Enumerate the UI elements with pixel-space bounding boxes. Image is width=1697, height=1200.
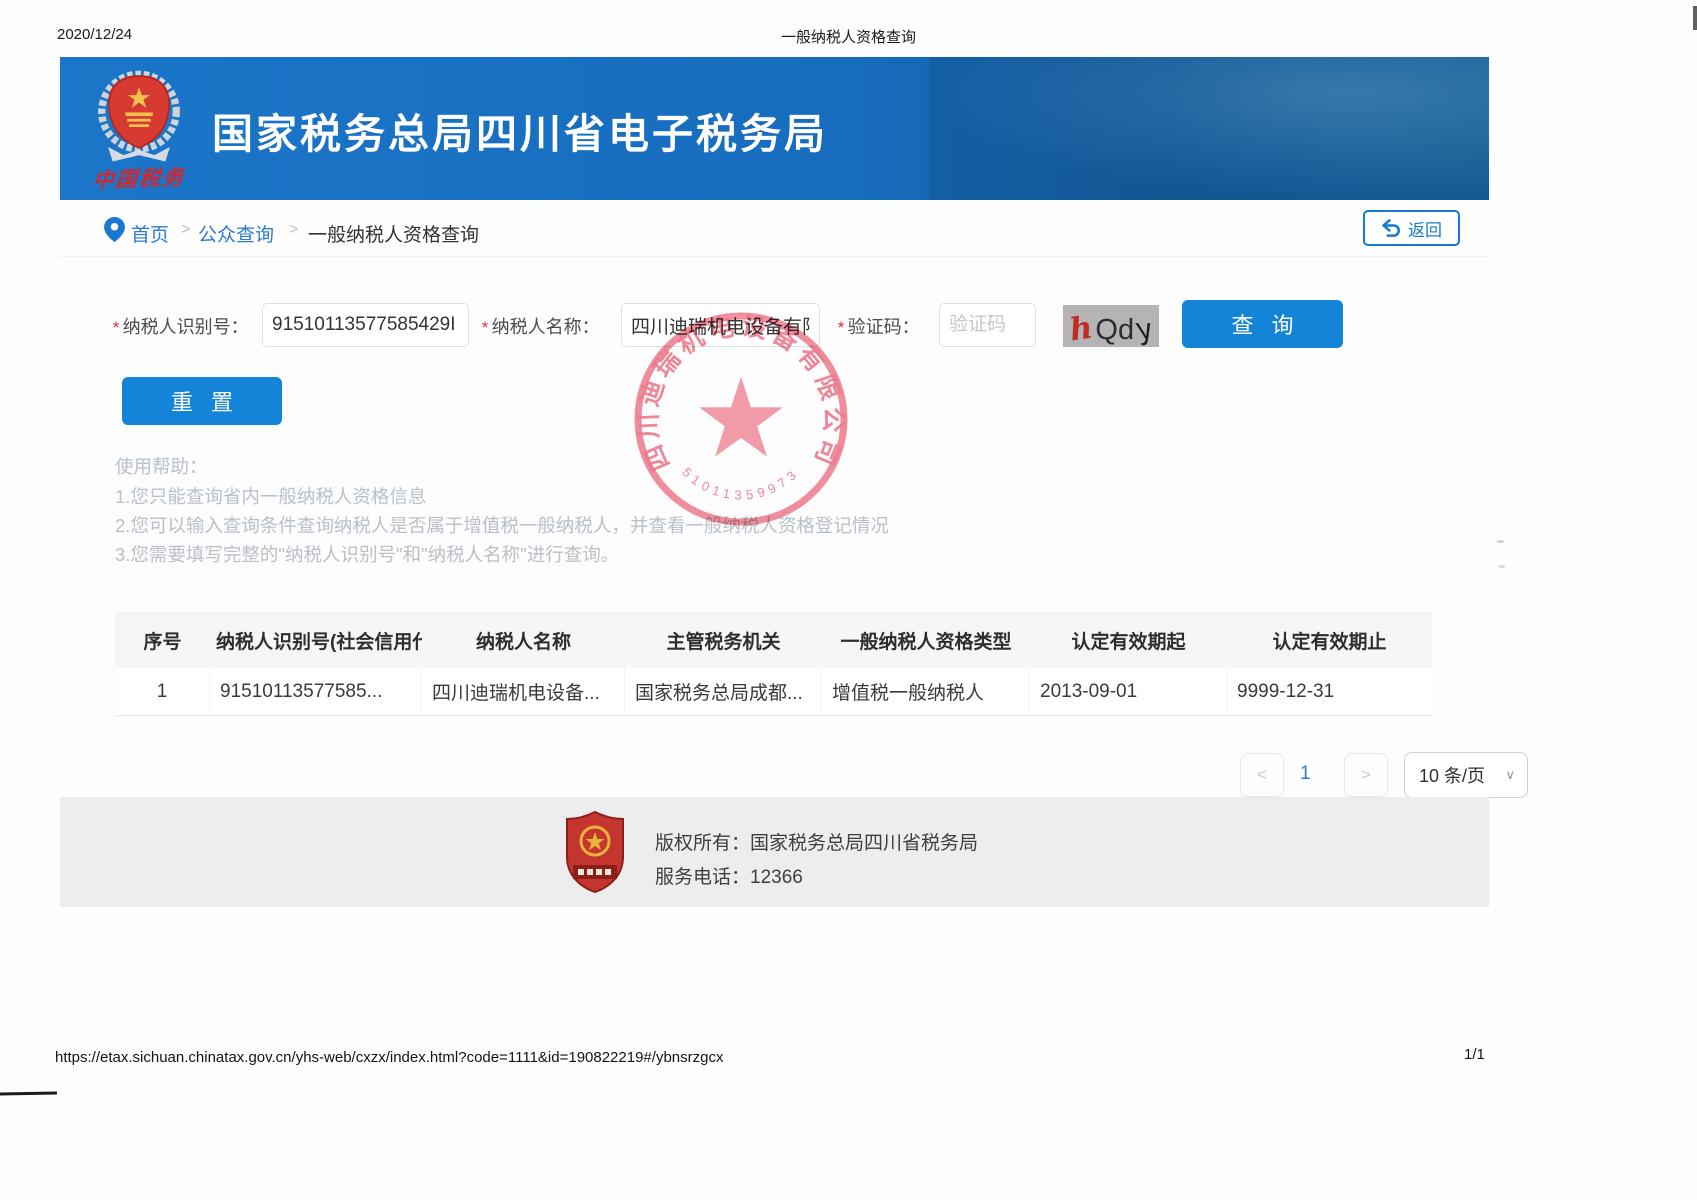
breadcrumb-home[interactable]: 首页 [131, 220, 169, 247]
cell-taxpayer-id: 91510113577585... [210, 668, 422, 715]
taxpayer-name-label: *纳税人名称： [481, 313, 600, 339]
cell-taxpayer-name: 四川迪瑞机电设备... [422, 668, 625, 715]
chevron-right-icon: > [1361, 765, 1371, 785]
required-mark: * [112, 318, 119, 337]
cell-valid-from: 2013-09-01 [1030, 668, 1227, 715]
cell-qualification-type: 增值税一般纳税人 [822, 668, 1030, 715]
chevron-left-icon: < [1257, 765, 1267, 785]
help-line: 3.您需要填写完整的"纳税人识别号"和"纳税人名称"进行查询。 [115, 540, 889, 569]
scanned-page: 2020/12/24 一般纳税人资格查询 中国税务 国家税务总局四川省电子税务局… [0, 0, 1697, 1200]
scan-artifact [1499, 565, 1505, 568]
captcha-image[interactable]: h Qd y [1063, 305, 1159, 347]
back-button-label: 返回 [1408, 216, 1442, 241]
print-page-indicator: 1/1 [1464, 1046, 1485, 1063]
captcha-label-text: 验证码： [848, 317, 920, 337]
breadcrumb-current: 一般纳税人资格查询 [308, 220, 479, 247]
page-size-value: 10 条/页 [1419, 762, 1505, 788]
footer-hotline: 服务电话：12366 [655, 862, 803, 889]
scan-artifact [1693, 6, 1697, 30]
captcha-input[interactable] [939, 303, 1036, 347]
taxpayer-name-label-text: 纳税人名称： [492, 317, 600, 337]
col-header-qualification-type: 一般纳税人资格类型 [822, 627, 1030, 654]
taxpayer-id-input[interactable] [262, 303, 469, 347]
page-size-select[interactable]: 10 条/页 ∨ [1404, 752, 1528, 798]
captcha-char: Qd [1095, 316, 1134, 345]
print-title: 一般纳税人资格查询 [0, 26, 1697, 47]
breadcrumb-separator: > [289, 221, 298, 239]
table-header-row: 序号 纳税人识别号(社会信用代码) 纳税人名称 主管税务机关 一般纳税人资格类型… [115, 612, 1432, 668]
banner-logo-caption: 中国税务 [72, 161, 206, 196]
pagination-page-1[interactable]: 1 [1300, 763, 1311, 785]
table-row[interactable]: 1 91510113577585... 四川迪瑞机电设备... 国家税务总局成都… [115, 668, 1432, 715]
cell-index: 1 [115, 668, 210, 715]
col-header-index: 序号 [115, 627, 210, 654]
col-header-valid-from: 认定有效期起 [1030, 627, 1227, 654]
footer-copyright: 版权所有：国家税务总局四川省税务局 [655, 828, 978, 855]
col-header-valid-to: 认定有效期止 [1227, 627, 1432, 654]
pagination-prev-button[interactable]: < [1240, 753, 1284, 797]
company-seal: 四川迪瑞机电设备有限公司 5101135997309 [626, 300, 858, 540]
captcha-char: y [1133, 315, 1155, 345]
taxpayer-id-label: *纳税人识别号： [112, 313, 249, 339]
chevron-down-icon: ∨ [1505, 767, 1515, 783]
scan-artifact [0, 1092, 57, 1096]
return-arrow-icon [1381, 218, 1403, 238]
pagination-next-button[interactable]: > [1344, 753, 1388, 797]
breadcrumb-public-query[interactable]: 公众查询 [198, 220, 274, 247]
tax-badge-icon [565, 811, 625, 893]
cell-tax-authority: 国家税务总局成都... [625, 668, 822, 715]
taxpayer-id-label-text: 纳税人识别号： [123, 317, 249, 337]
col-header-taxpayer-id: 纳税人识别号(社会信用代码) [210, 627, 422, 654]
cell-valid-to: 9999-12-31 [1227, 668, 1432, 715]
results-table: 序号 纳税人识别号(社会信用代码) 纳税人名称 主管税务机关 一般纳税人资格类型… [115, 612, 1432, 716]
scan-artifact [1497, 540, 1504, 543]
site-title: 国家税务总局四川省电子税务局 [212, 100, 828, 160]
col-header-taxpayer-name: 纳税人名称 [422, 627, 625, 654]
back-button[interactable]: 返回 [1363, 210, 1460, 246]
location-pin-icon [104, 217, 125, 242]
reset-button[interactable]: 重 置 [122, 377, 282, 425]
site-footer: 版权所有：国家税务总局四川省税务局 服务电话：12366 [60, 797, 1489, 907]
tax-emblem-icon [88, 67, 190, 167]
query-button[interactable]: 查 询 [1182, 300, 1343, 348]
required-mark: * [481, 318, 488, 337]
print-url: https://etax.sichuan.chinatax.gov.cn/yhs… [55, 1049, 723, 1066]
breadcrumb-separator: > [181, 221, 190, 239]
col-header-tax-authority: 主管税务机关 [625, 627, 822, 654]
divider [60, 256, 1489, 257]
captcha-char: h [1068, 313, 1095, 347]
site-banner: 中国税务 国家税务总局四川省电子税务局 [60, 57, 1489, 200]
